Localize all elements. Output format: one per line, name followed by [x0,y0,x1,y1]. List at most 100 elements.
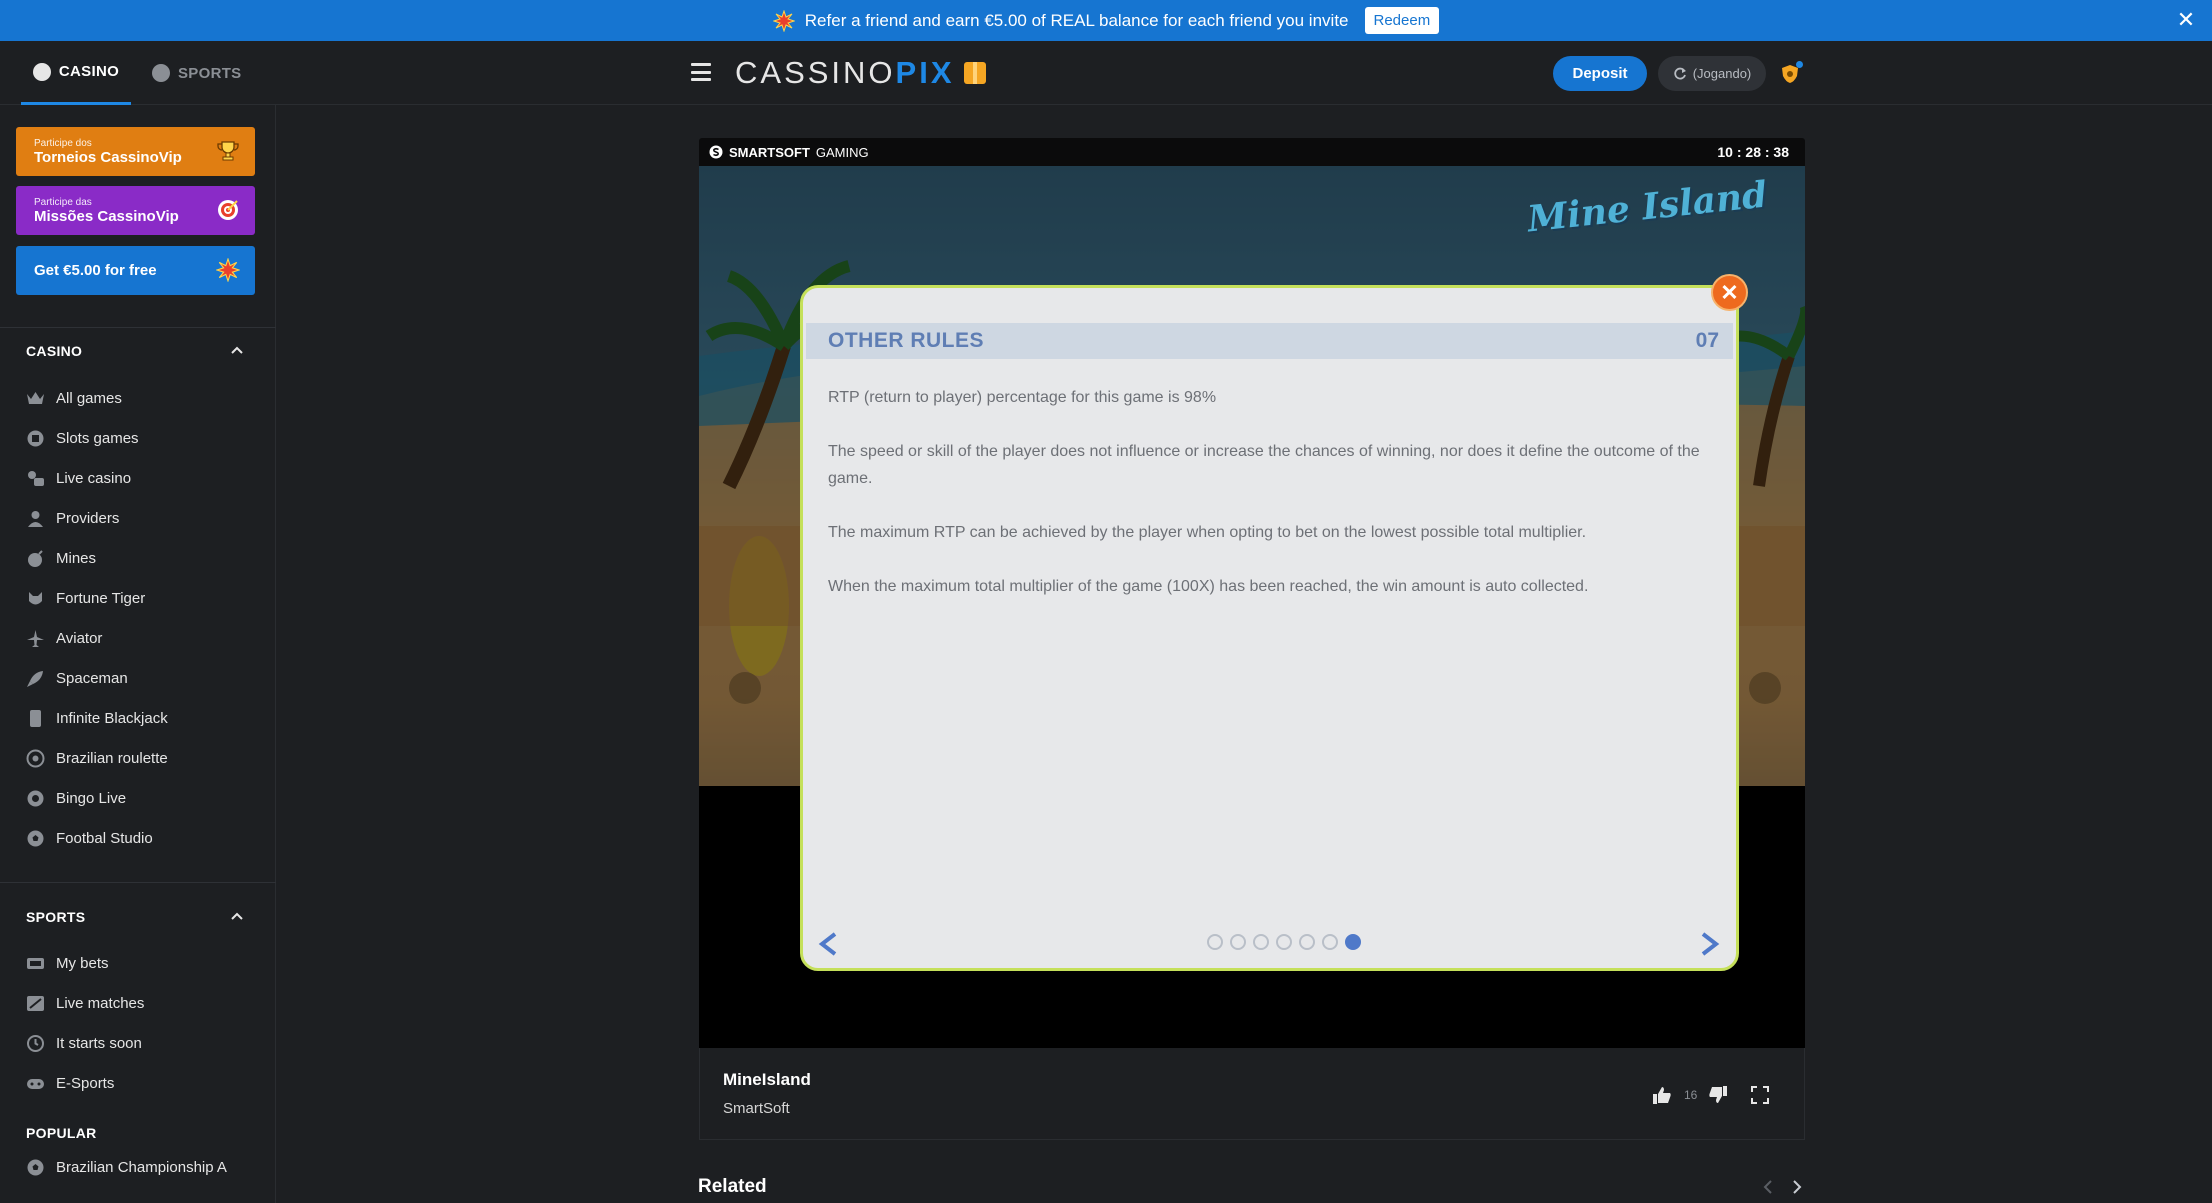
rule-paragraph: RTP (return to player) percentage for th… [828,389,1217,406]
live-field-icon [26,994,45,1013]
sidebar-item-label: Slots games [56,429,139,447]
gamepad-icon [26,1074,45,1093]
game-clock: 10 : 28 : 38 [1717,144,1789,160]
game-provider[interactable]: SmartSoft [723,1100,790,1117]
soccer-ball-icon [26,1158,45,1177]
gift-icon[interactable] [963,62,986,84]
sidebar-item-esports[interactable]: E-Sports [26,1071,114,1095]
thumbs-up-icon[interactable] [1651,1084,1673,1106]
tab-sports[interactable]: SPORTS [152,41,241,105]
sidebar-item-live-matches[interactable]: Live matches [26,991,144,1015]
card-icon [26,709,45,728]
chevron-up-icon[interactable] [230,909,244,923]
sidebar-item-label: It starts soon [56,1034,142,1052]
game-title: MineIsland [723,1070,811,1089]
page-dot[interactable] [1276,934,1292,950]
promo-missions[interactable]: Participe das Missões CassinoVip [16,186,255,235]
deposit-button[interactable]: Deposit [1553,56,1647,91]
provider-rest: GAMING [815,144,869,160]
page-dot-active[interactable] [1345,934,1361,950]
sidebar-item-mines[interactable]: Mines [26,546,96,570]
sidebar-item-label: Fortune Tiger [56,589,146,607]
rule-paragraph: When the maximum total multiplier of the… [828,578,1589,595]
top-header: CASINO SPORTS CASSINO PIX Deposit (Jogan… [0,41,2212,105]
chevron-left-icon[interactable] [815,930,841,958]
sidebar-item-label: All games [56,389,122,407]
game-provider-bar: SMARTSOFT GAMING 10 : 28 : 38 [699,138,1805,166]
rule-paragraph: The speed or skill of the player does no… [828,443,1700,487]
fullscreen-icon[interactable] [1749,1084,1771,1106]
tab-sports-label: SPORTS [178,64,242,82]
chevron-up-icon[interactable] [230,343,244,357]
sidebar-item-brazilian-roulette[interactable]: Brazilian roulette [26,746,168,770]
sidebar-item-all-games[interactable]: All games [26,386,122,410]
sidebar-item-label: Live casino [56,469,132,487]
sidebar-item-my-bets[interactable]: My bets [26,951,109,975]
smartsoft-logo-icon [709,145,723,159]
sidebar-item-slots[interactable]: Slots games [26,426,139,450]
plane-icon [26,629,45,648]
chevron-right-icon[interactable] [1789,1178,1805,1196]
menu-icon[interactable] [691,63,711,81]
rocket-icon [26,669,45,688]
page-dot[interactable] [1230,934,1246,950]
sidebar-item-label: Providers [56,509,120,527]
sidebar-item-spaceman[interactable]: Spaceman [26,666,128,690]
sidebar-item-label: Infinite Blackjack [56,709,168,727]
sidebar-item-label: Footbal Studio [56,829,153,847]
ticket-icon [26,954,45,973]
sidebar-item-bingo-live[interactable]: Bingo Live [26,786,126,810]
chevron-right-icon[interactable] [1697,930,1723,958]
profile-avatar[interactable] [1777,61,1803,87]
rules-modal-header: OTHER RULES 07 [806,323,1733,359]
chevron-left-icon[interactable] [1760,1178,1776,1196]
sidebar-item-label: E-Sports [56,1074,115,1092]
redeem-button[interactable]: Redeem [1364,7,1440,34]
logo-text-accent: PIX [895,55,955,90]
promo-tournaments[interactable]: Participe dos Torneios CassinoVip [16,127,255,176]
balance-button[interactable]: (Jogando) [1658,56,1766,91]
page-dot[interactable] [1253,934,1269,950]
sidebar-item-label: Aviator [56,629,103,647]
sidebar-item-starts-soon[interactable]: It starts soon [26,1031,142,1055]
page-dot[interactable] [1299,934,1315,950]
sidebar-item-label: Bingo Live [56,789,127,807]
clock-icon [26,1034,45,1053]
banner-text: Refer a friend and earn €5.00 of REAL ba… [804,10,1349,30]
sidebar-item-aviator[interactable]: Aviator [26,626,102,650]
sidebar-item-label: My bets [56,954,109,972]
casino-section-title: CASINO [26,343,83,359]
burst-icon [215,257,241,283]
sidebar-item-fortune-tiger[interactable]: Fortune Tiger [26,586,145,610]
page-dots [1207,934,1361,950]
sidebar-item-football-studio[interactable]: Footbal Studio [26,826,153,850]
sidebar-item-providers[interactable]: Providers [26,506,119,530]
football-icon [26,829,45,848]
page-dot[interactable] [1207,934,1223,950]
sidebar-item-infinite-blackjack[interactable]: Infinite Blackjack [26,706,168,730]
sidebar-item-label: Spaceman [56,669,128,687]
page-dot[interactable] [1322,934,1338,950]
sidebar-item-label: Brazilian Championship A [56,1158,227,1176]
sports-section-title: SPORTS [26,909,86,925]
target-icon [215,197,241,223]
close-icon[interactable]: ✕ [2174,7,2198,32]
referral-banner: Refer a friend and earn €5.00 of REAL ba… [0,0,2212,41]
sidebar-item-live-casino[interactable]: Live casino [26,466,131,490]
popular-section-title: POPULAR [26,1125,97,1141]
bomb-icon [26,549,45,568]
game-info-bar: MineIsland SmartSoft 16 [699,1048,1805,1140]
notification-dot [1796,61,1803,68]
promo-free-bonus[interactable]: Get €5.00 for free [16,246,255,295]
thumbs-down-icon[interactable] [1707,1084,1729,1106]
modal-title: OTHER RULES [828,329,985,352]
bingo-icon [26,789,45,808]
tab-casino[interactable]: CASINO [21,41,131,105]
trophy-icon [215,138,241,164]
site-logo[interactable]: CASSINO PIX [735,55,986,91]
balance-label: (Jogando) [1692,66,1752,81]
close-icon[interactable]: ✕ [1711,274,1748,311]
divider [0,882,276,883]
provider-brand: SMARTSOFT GAMING [709,145,869,160]
sidebar-item-brazilian-championship[interactable]: Brazilian Championship A [26,1155,227,1179]
